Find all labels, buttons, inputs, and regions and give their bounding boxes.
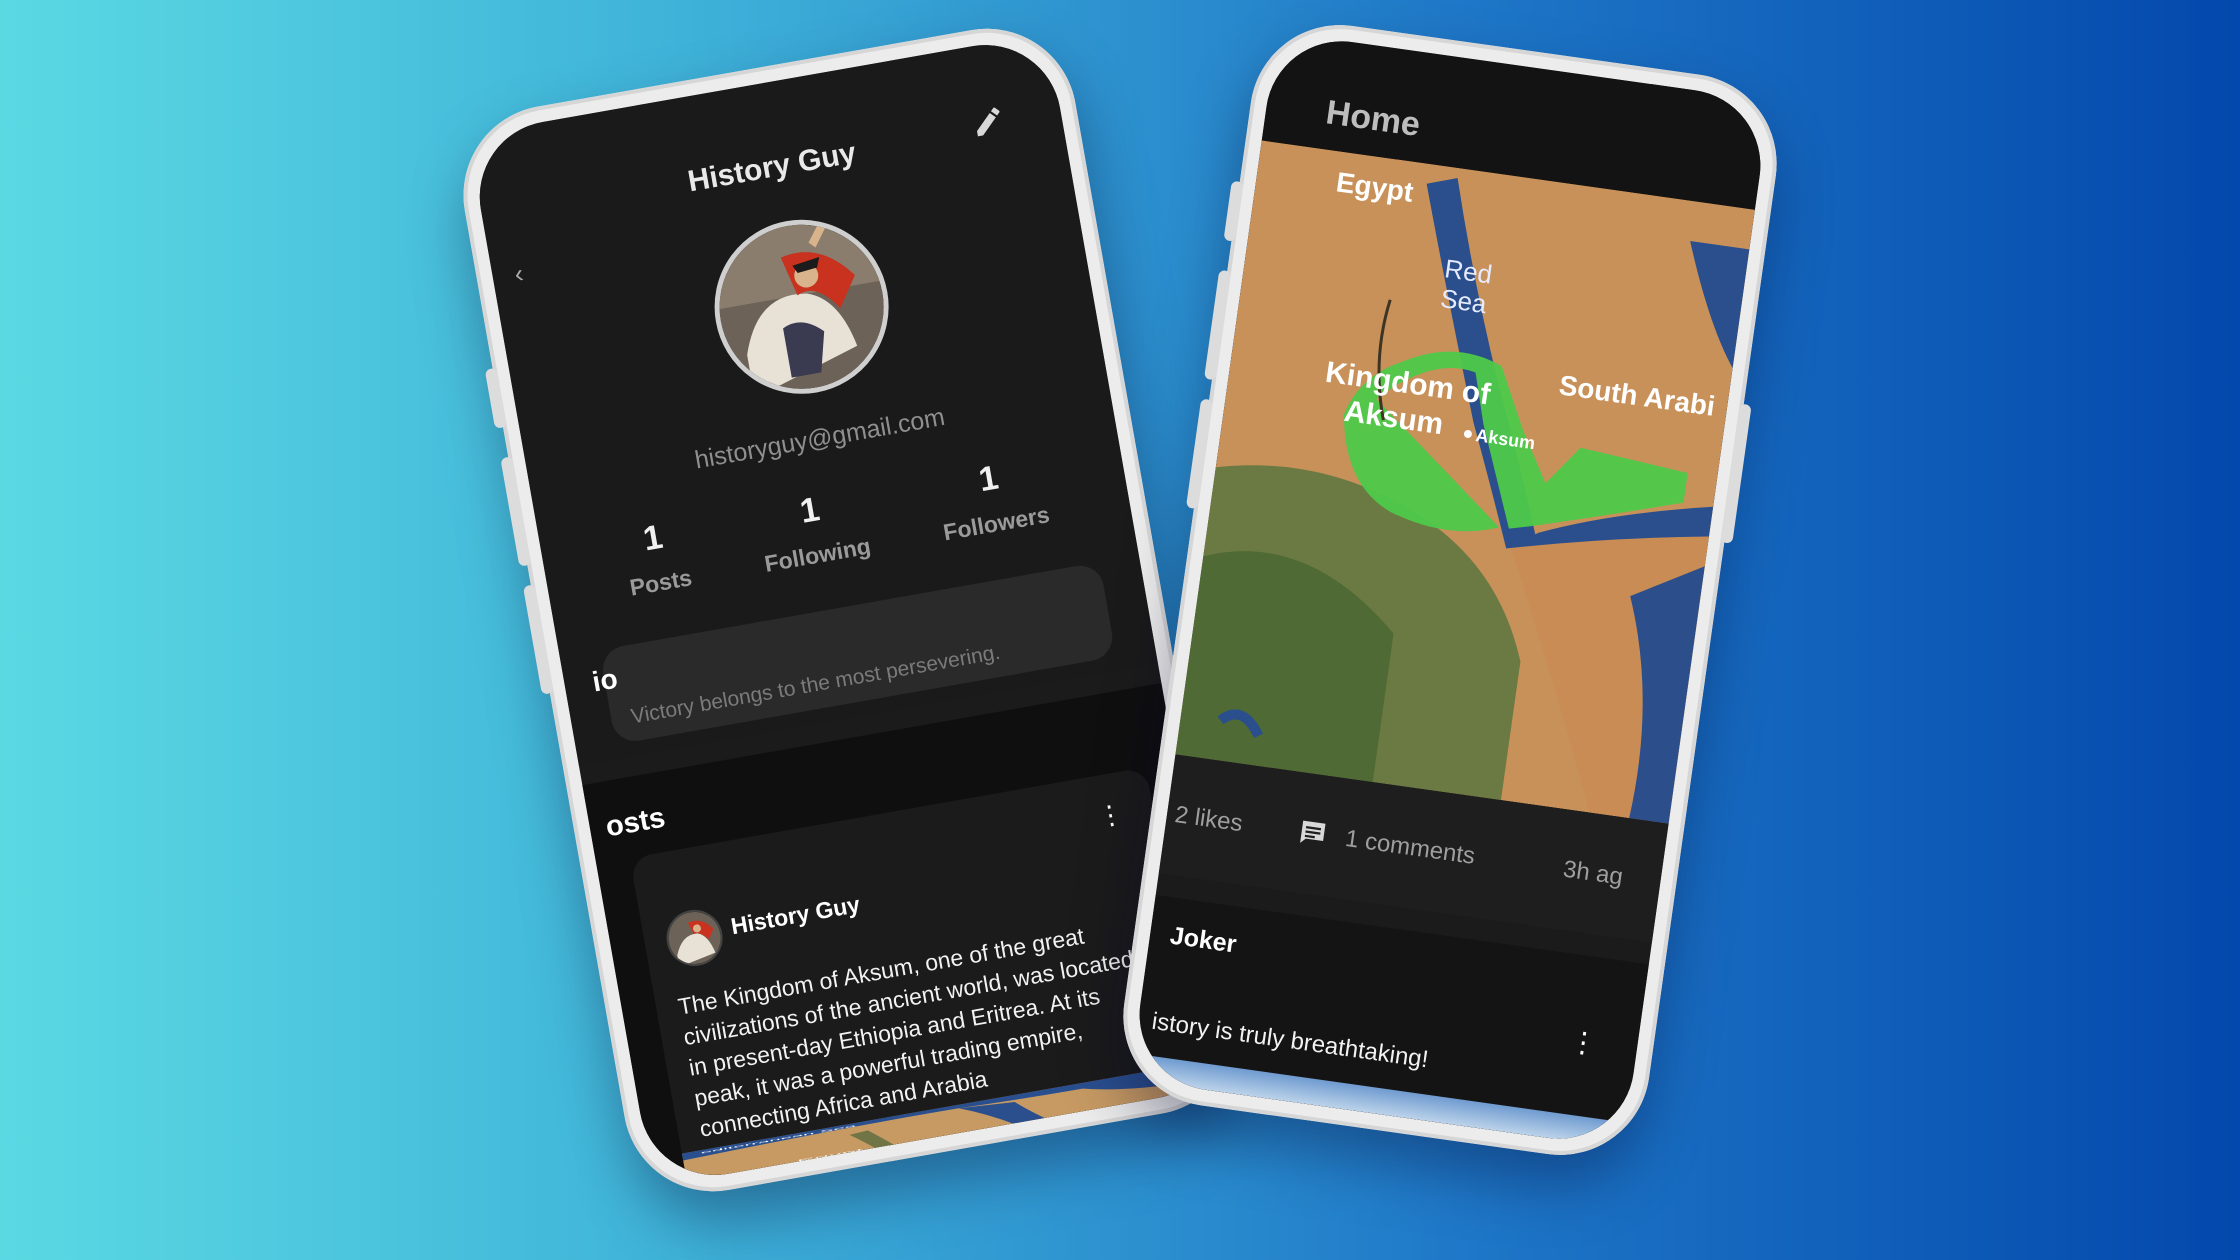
napoleon-portrait — [706, 211, 897, 402]
phone-home: Home Egypt Red Sea Kingdom of Aksum Aksu… — [1111, 13, 1789, 1167]
stat-followers[interactable]: 1 Followers — [932, 451, 1051, 546]
page-title: Home — [1323, 93, 1423, 145]
profile-header: History Guy ‹ historyguy@gmail.com 1 Pos… — [467, 33, 1158, 766]
post-map-image[interactable]: Egypt Red Sea Kingdom of Aksum Aksum Sou… — [1175, 140, 1755, 824]
pencil-icon[interactable] — [969, 102, 1008, 141]
side-button — [1720, 403, 1752, 544]
stat-value: 1 — [797, 490, 823, 531]
stat-label: Posts — [627, 564, 694, 601]
stat-label: Followers — [941, 501, 1052, 546]
likes-button[interactable]: 2 likes — [1173, 801, 1244, 838]
comments-button[interactable]: 1 comments — [1343, 825, 1477, 871]
stat-value: 1 — [640, 517, 666, 559]
post-card[interactable]: Joker ⋮ istory is truly breathtaking! — [1129, 895, 1649, 1149]
timestamp: 3h ag — [1561, 855, 1625, 891]
posts-heading: osts — [603, 801, 668, 844]
side-button — [484, 367, 507, 429]
more-vert-icon[interactable]: ⋮ — [1567, 1024, 1599, 1061]
stat-label: Following — [762, 532, 873, 577]
bio-heading: io — [589, 662, 620, 698]
stat-following[interactable]: 1 Following — [754, 482, 873, 577]
side-button — [1185, 398, 1214, 510]
satellite-map: Egypt Red Sea Kingdom of Aksum Aksum Sou… — [1175, 140, 1755, 824]
post-text: The Kingdom of Aksum, one of the great c… — [676, 922, 1136, 1142]
side-button — [1223, 180, 1244, 242]
more-vert-icon[interactable]: ⋮ — [1095, 798, 1126, 833]
post-author: Joker — [1168, 921, 1239, 959]
side-button — [1204, 269, 1232, 381]
back-icon[interactable]: ‹ — [512, 258, 526, 290]
home-screen: Home Egypt Red Sea Kingdom of Aksum Aksu… — [1129, 31, 1771, 1149]
stat-posts[interactable]: 1 Posts — [619, 514, 694, 602]
profile-screen: History Guy ‹ historyguy@gmail.com 1 Pos… — [467, 33, 1233, 1187]
stat-value: 1 — [975, 458, 1002, 500]
comment-icon[interactable] — [1294, 816, 1332, 850]
avatar[interactable] — [662, 905, 728, 971]
napoleon-thumbnail — [664, 907, 725, 969]
post-card[interactable]: ⋮ History Guy The Kingdom of Aksum, one … — [629, 767, 1207, 1187]
post-author: History Guy — [728, 891, 862, 940]
avatar[interactable] — [700, 206, 903, 408]
